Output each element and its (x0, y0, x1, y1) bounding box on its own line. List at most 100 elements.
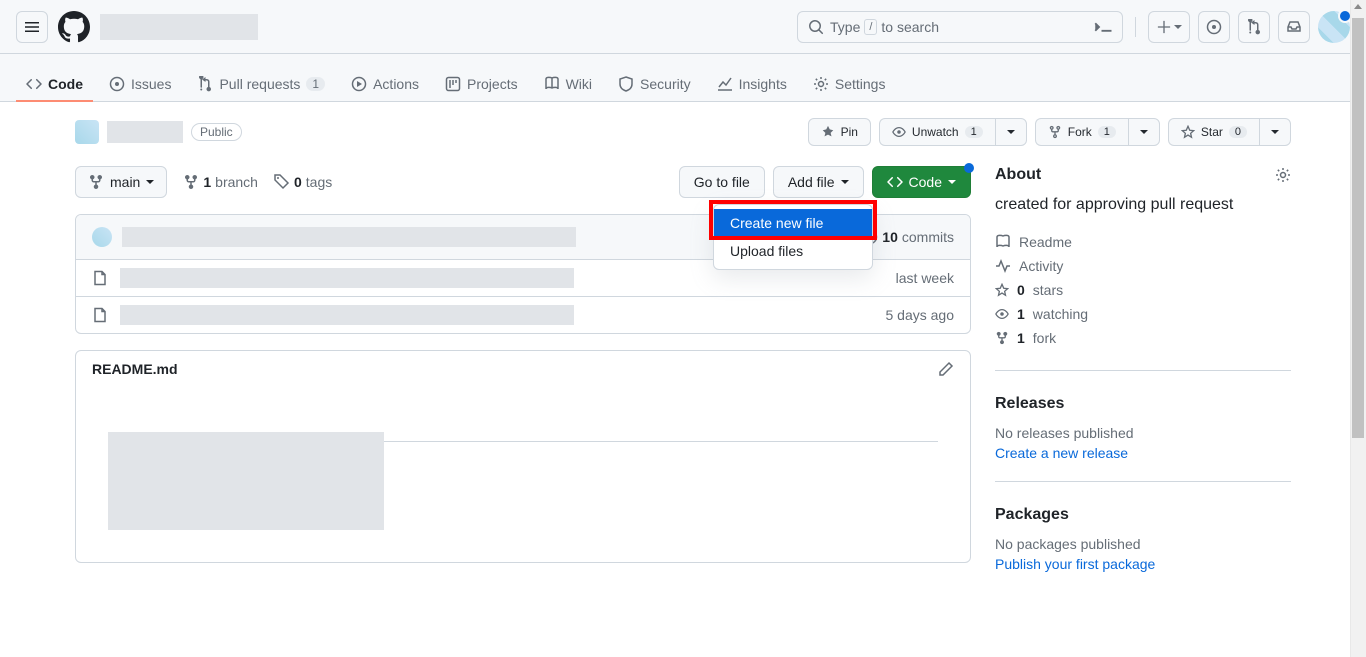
chevron-down-icon (1271, 130, 1279, 134)
file-icon (92, 270, 108, 286)
project-icon (445, 76, 461, 92)
add-file-dropdown: Create new file Upload files (713, 204, 873, 270)
search-input[interactable]: Type / to search (797, 11, 1123, 43)
tag-icon (274, 174, 290, 190)
watch-dropdown-button[interactable] (995, 118, 1027, 146)
tab-code-label: Code (48, 76, 83, 92)
star-icon (1181, 125, 1195, 139)
repo-actions: Pin Unwatch 1 Fork 1 (808, 118, 1291, 146)
fork-button[interactable]: Fork 1 (1035, 118, 1128, 146)
unwatch-button[interactable]: Unwatch 1 (879, 118, 995, 146)
user-avatar-button[interactable] (1318, 11, 1350, 43)
tags-link[interactable]: 0 tags (274, 174, 332, 190)
packages-none: No packages published (995, 536, 1291, 552)
code-icon (26, 76, 42, 92)
publish-package-link[interactable]: Publish your first package (995, 556, 1155, 572)
tab-actions-label: Actions (373, 76, 419, 92)
tab-projects-label: Projects (467, 76, 518, 92)
pin-button[interactable]: Pin (808, 118, 871, 146)
repo-name-placeholder (107, 121, 183, 143)
branch-count: 1 (203, 174, 211, 190)
main-layout: main 1 branch 0 tags Go to fil (75, 166, 1291, 616)
star-button[interactable]: Star 0 (1168, 118, 1259, 146)
header-left (16, 11, 258, 43)
tab-issues[interactable]: Issues (99, 68, 181, 102)
file-nav-left: main 1 branch 0 tags (75, 166, 332, 198)
fork-dropdown-button[interactable] (1128, 118, 1160, 146)
tab-code[interactable]: Code (16, 68, 93, 102)
branch-selector-button[interactable]: main (75, 166, 167, 198)
tab-pull-requests-label: Pull requests (219, 76, 300, 92)
pin-label: Pin (841, 125, 858, 139)
create-release-link[interactable]: Create a new release (995, 445, 1128, 461)
watching-link[interactable]: 1 watching (995, 302, 1291, 326)
repo-nav-tabs: Code Issues Pull requests 1 Actions Proj… (0, 54, 1366, 102)
file-time: 5 days ago (886, 307, 955, 323)
search-slash: / (864, 19, 877, 35)
chevron-down-icon (841, 180, 849, 184)
tab-settings[interactable]: Settings (803, 68, 896, 102)
pull-requests-button[interactable] (1238, 11, 1270, 43)
tab-security-label: Security (640, 76, 691, 92)
pull-requests-counter: 1 (306, 77, 325, 91)
issues-button[interactable] (1198, 11, 1230, 43)
command-palette-icon[interactable] (1094, 17, 1114, 37)
gear-icon[interactable] (1275, 167, 1291, 183)
book-icon (995, 234, 1011, 250)
pull-request-icon (197, 76, 213, 92)
star-button-group: Star 0 (1168, 118, 1291, 146)
menu-button[interactable] (16, 11, 48, 43)
chevron-down-icon (146, 180, 154, 184)
file-nav-right: Go to file Add file Code Create new file… (679, 166, 971, 198)
visibility-badge: Public (191, 123, 242, 141)
forks-link[interactable]: 1 fork (995, 326, 1291, 350)
readme-link[interactable]: Readme (995, 230, 1291, 254)
file-row[interactable]: 5 days ago (76, 297, 970, 333)
chevron-down-icon (1007, 130, 1015, 134)
fork-button-group: Fork 1 (1035, 118, 1160, 146)
pencil-icon[interactable] (938, 361, 954, 377)
file-time: last week (896, 270, 954, 286)
pin-icon (821, 125, 835, 139)
star-dropdown-button[interactable] (1259, 118, 1291, 146)
shield-icon (618, 76, 634, 92)
tab-actions[interactable]: Actions (341, 68, 429, 102)
stars-link[interactable]: 0 stars (995, 278, 1291, 302)
tab-projects[interactable]: Projects (435, 68, 528, 102)
readme-title: README.md (92, 361, 178, 377)
star-icon (995, 283, 1009, 297)
create-new-button[interactable] (1148, 11, 1190, 43)
graph-icon (717, 76, 733, 92)
pulse-icon (995, 258, 1011, 274)
tab-wiki-label: Wiki (566, 76, 592, 92)
readme-header: README.md (76, 351, 970, 387)
fork-icon (995, 331, 1009, 345)
github-logo-icon[interactable] (58, 11, 90, 43)
file-name-placeholder (120, 268, 574, 288)
commits-label: commits (902, 229, 954, 245)
vertical-scrollbar-thumb[interactable] (1352, 18, 1364, 438)
chevron-down-icon (1140, 130, 1148, 134)
tab-pull-requests[interactable]: Pull requests 1 (187, 68, 335, 102)
repo-title: Public (75, 120, 242, 144)
branches-link[interactable]: 1 branch (183, 174, 258, 190)
tab-insights[interactable]: Insights (707, 68, 797, 102)
tab-security[interactable]: Security (608, 68, 701, 102)
code-button[interactable]: Code (872, 166, 971, 198)
notifications-button[interactable] (1278, 11, 1310, 43)
star-counter: 0 (1229, 126, 1247, 138)
commits-link[interactable]: 10 commits (862, 229, 954, 245)
file-nav: main 1 branch 0 tags Go to fil (75, 166, 971, 198)
eye-icon (892, 125, 906, 139)
scroll-up-arrow-icon[interactable] (1354, 4, 1362, 9)
activity-link[interactable]: Activity (995, 254, 1291, 278)
gear-icon (813, 76, 829, 92)
releases-section: Releases No releases published Create a … (995, 395, 1291, 482)
tab-wiki[interactable]: Wiki (534, 68, 602, 102)
create-new-file-item[interactable]: Create new file (714, 209, 872, 237)
code-icon (887, 174, 903, 190)
go-to-file-button[interactable]: Go to file (679, 166, 765, 198)
upload-files-item[interactable]: Upload files (714, 237, 872, 265)
add-file-button[interactable]: Add file (773, 166, 864, 198)
vertical-scrollbar-track[interactable] (1350, 0, 1366, 657)
